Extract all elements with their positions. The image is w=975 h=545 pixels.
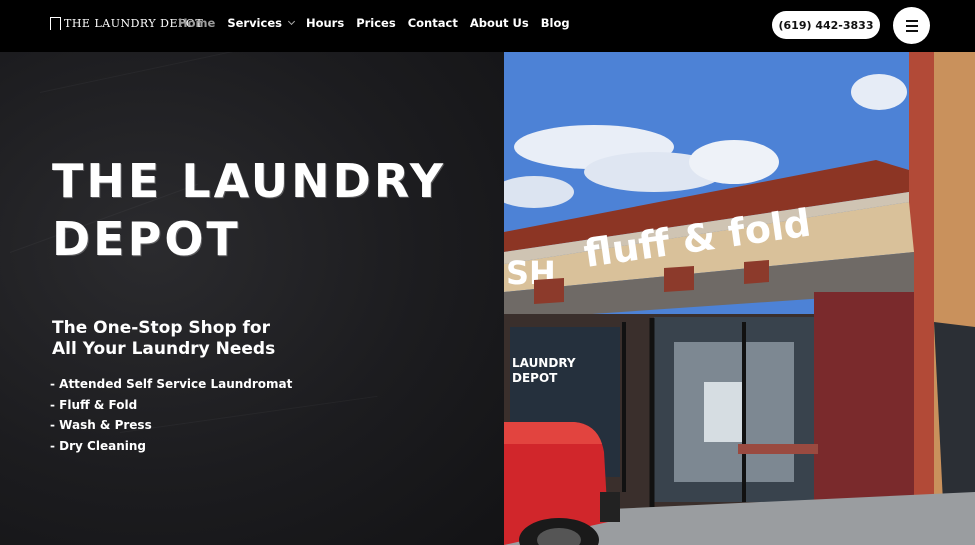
hero-title: THE LAUNDRY DEPOT [52, 154, 447, 266]
nav-prices[interactable]: Prices [356, 16, 396, 30]
services-list: - Attended Self Service Laundromat - Flu… [50, 374, 292, 456]
nav-contact[interactable]: Contact [408, 16, 458, 30]
main-nav: Home Services Hours Prices Contact About… [178, 16, 570, 30]
hamburger-icon [905, 19, 918, 22]
hero-subtitle: The One-Stop Shop for All Your Laundry N… [52, 318, 275, 360]
nav-blog[interactable]: Blog [541, 16, 570, 30]
chalk-smudge [39, 52, 334, 93]
storefront-illustration: fluff & fold SH LAUNDRY DEPOT [504, 52, 975, 545]
list-item: - Fluff & Fold [50, 397, 138, 412]
phone-button[interactable]: (619) 442-3833 [772, 11, 880, 39]
logo-mark-icon [50, 17, 61, 30]
nav-home[interactable]: Home [178, 16, 215, 30]
hamburger-icon-bar [905, 24, 918, 27]
chevron-down-icon [287, 17, 296, 26]
nav-about-us[interactable]: About Us [470, 16, 529, 30]
hero-chalkboard: THE LAUNDRY DEPOT The One-Stop Shop for … [0, 52, 504, 545]
hero-subtitle-line1: The One-Stop Shop for [52, 318, 270, 338]
hamburger-icon-bar [905, 29, 918, 32]
list-item: - Dry Cleaning [50, 438, 146, 453]
nav-hours[interactable]: Hours [306, 16, 344, 30]
window-text-2: DEPOT [512, 371, 558, 385]
list-item: - Attended Self Service Laundromat [50, 377, 293, 391]
window-text-1: LAUNDRY [512, 356, 576, 370]
hero-subtitle-line2: All Your Laundry Needs [52, 339, 276, 359]
list-item: - Wash & Press [50, 418, 152, 432]
nav-services[interactable]: Services [227, 16, 296, 30]
site-header: THE LAUNDRY DEPOT Home Services Hours Pr… [0, 0, 975, 52]
storefront-photo: fluff & fold SH LAUNDRY DEPOT [504, 52, 975, 545]
menu-button[interactable] [893, 7, 930, 44]
